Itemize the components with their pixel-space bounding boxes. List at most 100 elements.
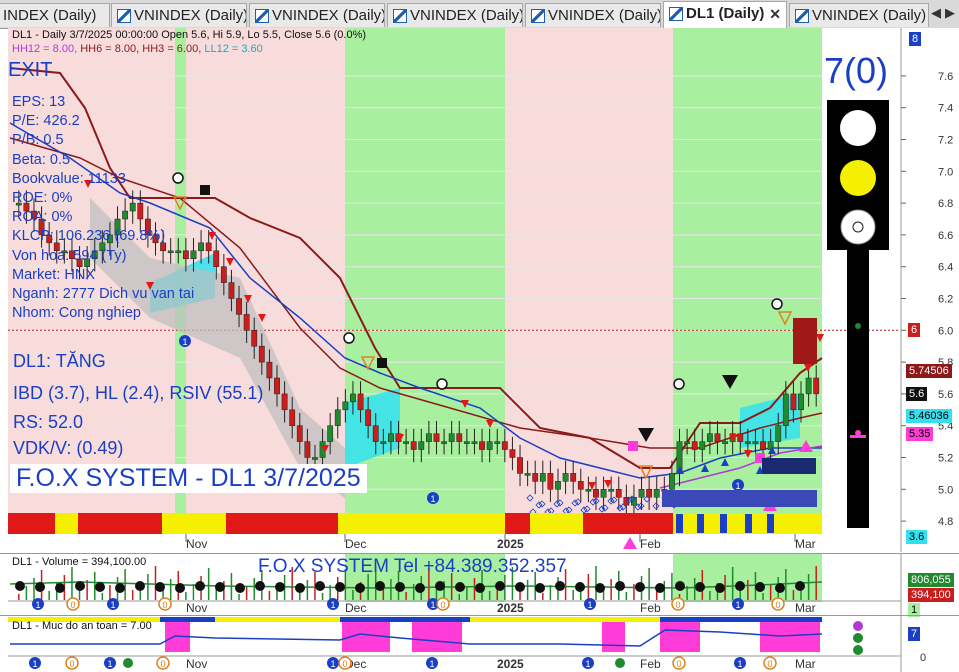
tab-label: DL1 (Daily)	[686, 5, 765, 22]
candle-body	[615, 489, 622, 498]
candle-body	[220, 266, 227, 283]
volume-dot	[115, 583, 125, 593]
one-marker-label: 1	[35, 600, 40, 610]
candle-body	[669, 473, 675, 490]
volume-dot	[735, 581, 745, 591]
candle-body	[129, 202, 136, 212]
status-dot	[853, 633, 863, 643]
exit-label: EXIT	[8, 59, 53, 81]
tab-vnindex-1[interactable]: VNINDEX (Daily)	[111, 3, 247, 27]
candle-body	[312, 457, 318, 460]
volume-dot	[395, 582, 405, 592]
volume-dot	[675, 581, 685, 591]
candle-body	[167, 250, 174, 254]
safety-pane: Nov Dec 2025 Feb Mar 1 1 1 1 1 1 0 0 0 0 0 DL1 - Muc do…	[0, 615, 959, 672]
volume-x-label: Mar	[795, 601, 816, 615]
candle-body	[813, 377, 820, 395]
candle-body	[570, 473, 577, 482]
candle-body	[653, 489, 660, 498]
rs-label: RS: 52.0	[13, 412, 84, 432]
candle-body	[577, 481, 584, 490]
y-tick-label: 7.6	[938, 71, 953, 83]
volume-brand: F.O.X SYSTEM Tel +84.389.352.357	[258, 556, 567, 577]
volume-dot	[615, 581, 625, 591]
candle-body	[182, 250, 189, 260]
volume-dot	[95, 582, 105, 592]
safety-x-label: Feb	[640, 657, 661, 671]
tab-vnindex-2[interactable]: VNINDEX (Daily)	[249, 3, 385, 27]
zero-marker	[343, 332, 355, 344]
volume-dot	[495, 581, 505, 591]
chart-icon	[531, 9, 545, 23]
exit-square	[200, 185, 210, 195]
close-icon[interactable]: ✕	[769, 2, 781, 26]
volume-title: DL1 - Volume = 394,100.00	[12, 556, 147, 568]
trend-strip	[162, 513, 226, 534]
safety-x-label: Mar	[795, 657, 816, 671]
candle-body	[327, 425, 334, 442]
trend-strip-mark	[767, 514, 774, 533]
fundamental-row: Beta: 0.5	[12, 151, 71, 168]
zero-marker-label: 0	[675, 600, 680, 610]
fundamental-row: ROE: 0%	[12, 190, 73, 206]
fundamental-row: KLCP: 106.236 (69.8%)	[12, 228, 166, 245]
status-dot	[853, 621, 863, 631]
chart-icon	[117, 9, 131, 23]
one-marker-label: 1	[430, 494, 435, 504]
pane-number-tag: 8	[909, 32, 922, 46]
pole-dot-green	[855, 323, 861, 329]
tab-dl1[interactable]: DL1 (Daily) ✕	[663, 1, 787, 28]
safety-x-label: Nov	[186, 657, 207, 671]
zero-marker-label: 0	[767, 659, 772, 669]
y-tick-label: 5.0	[938, 484, 953, 496]
tab-label: INDEX (Daily)	[3, 7, 97, 24]
volume-x-label: 2025	[497, 601, 524, 615]
volume-dot	[595, 583, 605, 593]
light-yellow	[840, 160, 876, 196]
light-white	[840, 110, 876, 146]
candle-body	[190, 250, 197, 260]
light-white-dot	[852, 221, 864, 233]
volume-dot	[575, 582, 585, 592]
candle-body	[410, 441, 417, 450]
trend-band	[505, 28, 673, 513]
tab-vnindex-5[interactable]: VNINDEX (Daily)	[789, 3, 929, 27]
price-pane: 111 4.85.05.25.45.65.86.06.26.46.66.87.0…	[0, 28, 959, 552]
volume-dot	[795, 581, 805, 591]
volume-dot	[535, 583, 545, 593]
safety-strip	[660, 617, 822, 622]
candle-body	[456, 433, 463, 442]
zero-marker	[673, 378, 685, 390]
vdk-label: VDK/V: (0.49)	[13, 438, 124, 458]
candle-body	[760, 441, 766, 450]
magenta-square	[628, 441, 638, 451]
candle-body	[418, 441, 425, 450]
volume-dot	[315, 581, 325, 591]
safety-zone	[412, 622, 462, 652]
candle-body	[722, 441, 728, 444]
volume-dot	[75, 581, 85, 591]
tab-scroll-right-icon[interactable]: ▶	[945, 5, 955, 21]
tab-scroll-left-icon[interactable]: ◀	[931, 5, 941, 21]
one-marker-label: 1	[330, 600, 335, 610]
candle-body	[585, 489, 592, 492]
one-marker-label: 1	[330, 659, 335, 669]
tab-vnindex-3[interactable]: VNINDEX (Daily)	[387, 3, 523, 27]
trend-strip-mark	[697, 514, 704, 533]
price-tag: 5.74506	[906, 363, 952, 378]
x-tick-label: Mar	[795, 537, 816, 551]
safety-zone	[602, 622, 625, 652]
trend-label: DL1: TĂNG	[13, 351, 106, 371]
support-block	[762, 458, 816, 474]
trend-strip	[55, 513, 78, 534]
tab-vnindex-4[interactable]: VNINDEX (Daily)	[525, 3, 661, 27]
candle-body	[600, 489, 607, 498]
candle-body	[304, 441, 311, 458]
candle-body	[281, 393, 288, 411]
tab-index[interactable]: INDEX (Daily)	[0, 3, 110, 27]
price-tag: 6	[908, 323, 921, 338]
tab-label: VNINDEX (Daily)	[134, 7, 247, 24]
chart-icon	[795, 9, 809, 23]
zero-marker-label: 0	[676, 659, 681, 669]
volume-dot	[175, 583, 185, 593]
